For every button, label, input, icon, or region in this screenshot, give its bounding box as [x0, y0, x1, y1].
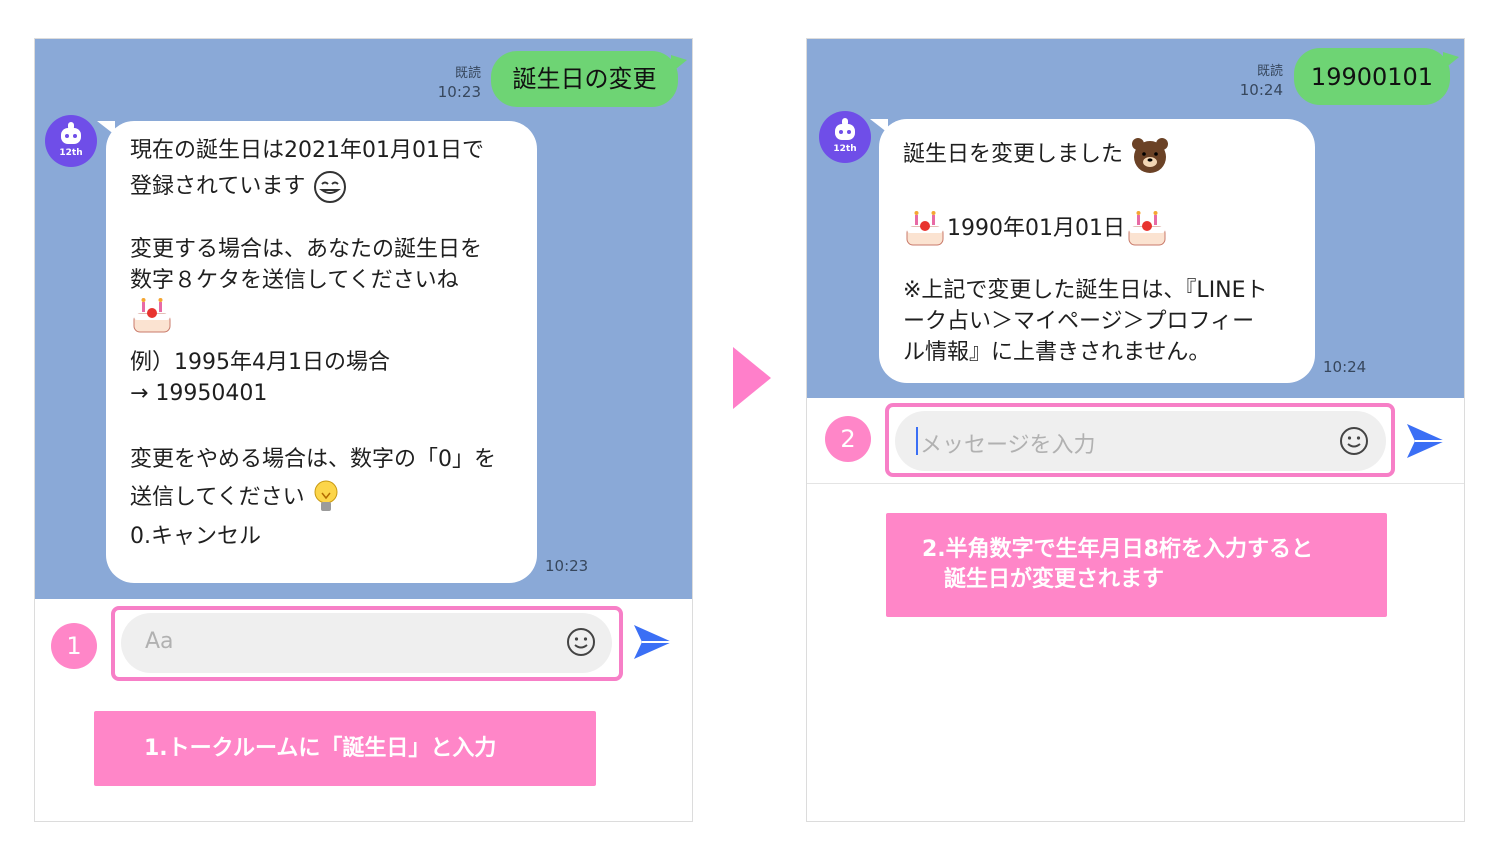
sent-message-bubble: 19900101	[1294, 48, 1459, 105]
sent-meta: 既読 10:24	[1237, 62, 1283, 100]
bot-line: 変更する場合は、あなたの誕生日を	[130, 237, 483, 262]
cake-icon	[133, 298, 171, 333]
cake-icon	[1128, 211, 1166, 246]
received-time: 10:24	[1323, 358, 1367, 376]
chat-screenshot-panel-2: 既読 10:24 19900101 12th 誕生日を変更しました 1990年0…	[806, 38, 1465, 822]
bot-line: ※上記で変更した誕生日は、『LINEト	[903, 278, 1268, 303]
bot-line: 誕生日を変更しました	[903, 142, 1124, 167]
bot-line: ーク占い＞マイページ＞プロフィー	[903, 309, 1255, 334]
avatar-year-label: 12th	[833, 144, 857, 154]
bot-line-with-emoji: 送信してください	[130, 479, 537, 517]
bot-line: ル情報』に上書きされません。	[903, 340, 1211, 365]
bot-line: 登録されています	[130, 174, 306, 199]
instruction-caption: 1.トークルームに「誕生日」と入力	[94, 711, 596, 786]
sent-message-bubble: 誕生日の変更	[491, 51, 687, 107]
chat-area: 既読 10:23 誕生日の変更 12th 現在の誕生日は2021年01月01日で…	[35, 39, 692, 599]
lightbulb-icon	[314, 480, 338, 511]
emoji-face-icon	[314, 171, 347, 203]
bot-line-with-emoji: 1990年01月01日	[903, 209, 1315, 249]
avatar-face-icon	[61, 122, 81, 144]
send-icon[interactable]	[1405, 422, 1447, 460]
bot-line: 現在の誕生日は2021年01月01日で	[130, 138, 484, 163]
bot-message-bubble: 現在の誕生日は2021年01月01日で 登録されています 変更する場合は、あなた…	[97, 121, 537, 583]
read-receipt: 既読	[1256, 64, 1283, 79]
cake-emoji-line	[130, 296, 537, 336]
chat-screenshot-panel-1: 既読 10:23 誕生日の変更 12th 現在の誕生日は2021年01月01日で…	[34, 38, 693, 822]
input-placeholder: Aa	[145, 629, 174, 654]
bot-avatar-icon[interactable]: 12th	[45, 115, 97, 167]
message-input[interactable]: メッセージを入力	[895, 411, 1386, 471]
received-time: 10:23	[545, 557, 589, 575]
avatar-face-icon	[835, 118, 855, 140]
bot-line: 数字８ケタを送信してくださいね	[130, 268, 459, 293]
divider	[807, 483, 1464, 484]
bot-line-with-emoji: 誕生日を変更しました	[903, 136, 1315, 174]
smile-icon[interactable]	[1339, 426, 1369, 456]
bot-line: 変更をやめる場合は、数字の「0」を	[130, 447, 496, 472]
bot-avatar-icon[interactable]: 12th	[819, 111, 871, 163]
sent-message-text: 誕生日の変更	[512, 65, 657, 93]
sent-message-text: 19900101	[1310, 62, 1434, 91]
read-receipt: 既読	[454, 66, 481, 81]
avatar-year-label: 12th	[59, 148, 83, 158]
caption-line: 2.半角数字で生年月日8桁を入力すると	[922, 537, 1313, 562]
sent-time: 10:24	[1239, 81, 1283, 99]
bot-line-with-emoji: 登録されています	[130, 171, 537, 203]
bot-line: 例）1995年4月1日の場合	[130, 350, 390, 375]
step-number-badge: 2	[825, 416, 871, 462]
next-arrow-icon	[733, 347, 771, 409]
bot-line: → 19950401	[130, 381, 268, 406]
send-icon[interactable]	[632, 623, 674, 661]
bot-line: 1990年01月01日	[947, 216, 1125, 241]
step-number-badge: 1	[51, 623, 97, 669]
message-input[interactable]: Aa	[121, 613, 612, 673]
text-cursor	[916, 427, 918, 455]
sent-meta: 既読 10:23	[435, 64, 481, 102]
bot-line: 送信してください	[130, 485, 305, 510]
bot-line: 0.キャンセル	[130, 524, 261, 549]
bot-message-bubble: 誕生日を変更しました 1990年01月01日 ※上記で変更した誕生日は、『LIN…	[870, 119, 1315, 383]
smile-icon[interactable]	[566, 627, 596, 657]
instruction-caption: 2.半角数字で生年月日8桁を入力すると 誕生日が変更されます	[886, 513, 1387, 617]
sent-time: 10:23	[437, 83, 481, 101]
chat-area: 既読 10:24 19900101 12th 誕生日を変更しました 1990年0…	[807, 39, 1464, 398]
input-placeholder: メッセージを入力	[920, 433, 1096, 458]
bear-icon	[1132, 138, 1169, 173]
caption-line: 誕生日が変更されます	[944, 567, 1165, 592]
cake-icon	[906, 211, 944, 246]
